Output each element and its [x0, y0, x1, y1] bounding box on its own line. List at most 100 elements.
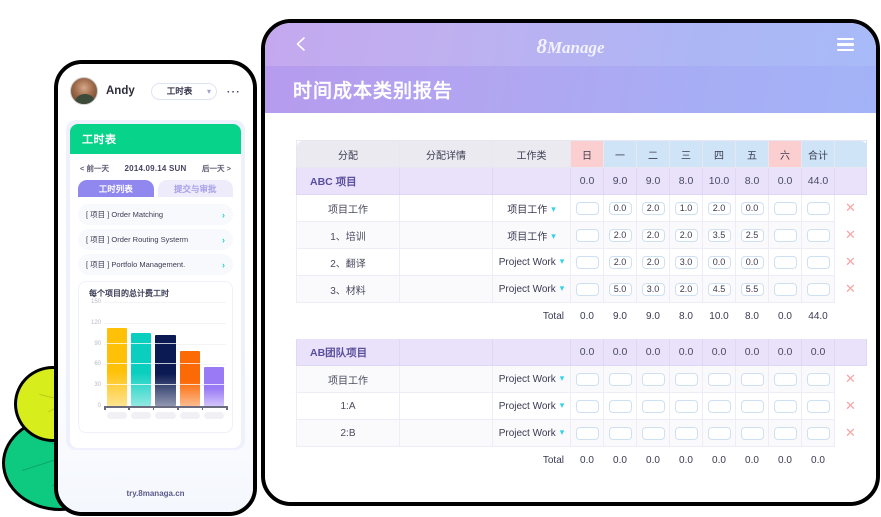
row-delete-button[interactable]: ✕	[834, 275, 867, 303]
row-friday-input[interactable]: 5.5	[740, 282, 764, 296]
row-saturday-input[interactable]	[773, 201, 797, 215]
row-tuesday-input[interactable]	[641, 399, 665, 413]
row-monday-input-cell[interactable]	[603, 419, 637, 447]
row-monday-input[interactable]: 2.0	[608, 255, 632, 269]
row-saturday-input-cell[interactable]	[768, 221, 802, 249]
row-saturday-input[interactable]	[773, 255, 797, 269]
row-total-input[interactable]	[806, 399, 830, 413]
row-thursday-input-cell[interactable]: 0.0	[702, 248, 736, 276]
row-work-type-select[interactable]: 项目工作 ▾	[492, 221, 571, 249]
row-delete-button[interactable]: ✕	[834, 365, 867, 393]
row-tuesday-input-cell[interactable]: 2.0	[636, 194, 670, 222]
row-friday-input[interactable]: 0.0	[740, 255, 764, 269]
row-tuesday-input[interactable]	[641, 426, 665, 440]
row-thursday-input-cell[interactable]	[702, 365, 736, 393]
col-header-sunday[interactable]: 日	[570, 140, 604, 168]
row-thursday-input-cell[interactable]	[702, 419, 736, 447]
row-delete-button[interactable]: ✕	[834, 419, 867, 447]
row-monday-input[interactable]: 5.0	[608, 282, 632, 296]
row-wednesday-input-cell[interactable]: 1.0	[669, 194, 703, 222]
row-friday-input-cell[interactable]: 0.0	[735, 194, 769, 222]
row-allocation-detail[interactable]	[399, 365, 493, 393]
next-day-button[interactable]: 后一天 >	[202, 163, 231, 174]
row-work-type-select[interactable]: Project Work ▾	[492, 392, 571, 420]
row-saturday-input-cell[interactable]	[768, 275, 802, 303]
row-friday-input-cell[interactable]: 0.0	[735, 248, 769, 276]
row-allocation-detail[interactable]	[399, 221, 493, 249]
row-sunday-input-cell[interactable]	[570, 221, 604, 249]
row-saturday-input-cell[interactable]	[768, 248, 802, 276]
row-tuesday-input[interactable]: 2.0	[641, 255, 665, 269]
row-total-input-cell[interactable]	[801, 221, 835, 249]
row-total-input-cell[interactable]	[801, 365, 835, 393]
row-friday-input[interactable]	[740, 372, 764, 386]
row-friday-input-cell[interactable]	[735, 392, 769, 420]
row-allocation-detail[interactable]	[399, 392, 493, 420]
row-work-type-select[interactable]: Project Work ▾	[492, 365, 571, 393]
row-thursday-input[interactable]: 3.5	[707, 228, 731, 242]
list-item[interactable]: [ 项目 ] Order Routing Systerm ›	[78, 229, 233, 250]
row-friday-input-cell[interactable]: 5.5	[735, 275, 769, 303]
row-monday-input-cell[interactable]	[603, 392, 637, 420]
row-tuesday-input[interactable]: 3.0	[641, 282, 665, 296]
user-avatar[interactable]	[70, 77, 98, 105]
row-monday-input-cell[interactable]: 0.0	[603, 194, 637, 222]
row-allocation-detail[interactable]	[399, 275, 493, 303]
row-saturday-input[interactable]	[773, 228, 797, 242]
row-total-input[interactable]	[806, 372, 830, 386]
prev-day-button[interactable]: < 前一天	[80, 163, 109, 174]
row-sunday-input[interactable]	[575, 228, 599, 242]
col-header-monday[interactable]: 一	[603, 140, 637, 168]
row-friday-input[interactable]: 0.0	[740, 201, 764, 215]
row-saturday-input-cell[interactable]	[768, 365, 802, 393]
col-header-wednesday[interactable]: 三	[669, 140, 703, 168]
row-friday-input-cell[interactable]	[735, 419, 769, 447]
row-tuesday-input-cell[interactable]: 2.0	[636, 248, 670, 276]
row-monday-input-cell[interactable]: 5.0	[603, 275, 637, 303]
row-tuesday-input-cell[interactable]: 3.0	[636, 275, 670, 303]
row-total-input[interactable]	[806, 228, 830, 242]
row-monday-input[interactable]	[608, 426, 632, 440]
col-header-total[interactable]: 合计	[801, 140, 835, 168]
row-monday-input-cell[interactable]: 2.0	[603, 248, 637, 276]
row-wednesday-input[interactable]: 3.0	[674, 255, 698, 269]
row-saturday-input-cell[interactable]	[768, 392, 802, 420]
row-wednesday-input[interactable]: 2.0	[674, 282, 698, 296]
row-friday-input[interactable]	[740, 399, 764, 413]
row-wednesday-input-cell[interactable]: 2.0	[669, 275, 703, 303]
row-sunday-input[interactable]	[575, 201, 599, 215]
row-total-input-cell[interactable]	[801, 194, 835, 222]
row-wednesday-input[interactable]	[674, 399, 698, 413]
row-tuesday-input-cell[interactable]	[636, 419, 670, 447]
row-sunday-input[interactable]	[575, 372, 599, 386]
row-sunday-input-cell[interactable]	[570, 392, 604, 420]
row-total-input-cell[interactable]	[801, 275, 835, 303]
row-sunday-input[interactable]	[575, 282, 599, 296]
row-work-type-select[interactable]: 项目工作 ▾	[492, 194, 571, 222]
row-total-input[interactable]	[806, 282, 830, 296]
row-allocation-detail[interactable]	[399, 194, 493, 222]
col-header-thursday[interactable]: 四	[702, 140, 736, 168]
row-thursday-input-cell[interactable]: 3.5	[702, 221, 736, 249]
row-sunday-input[interactable]	[575, 399, 599, 413]
tab-timesheet-list[interactable]: 工时列表	[78, 180, 154, 197]
row-thursday-input[interactable]	[707, 372, 731, 386]
row-saturday-input[interactable]	[773, 426, 797, 440]
row-friday-input-cell[interactable]	[735, 365, 769, 393]
row-sunday-input-cell[interactable]	[570, 275, 604, 303]
row-saturday-input[interactable]	[773, 282, 797, 296]
row-thursday-input[interactable]: 2.0	[707, 201, 731, 215]
row-tuesday-input[interactable]: 2.0	[641, 201, 665, 215]
row-saturday-input[interactable]	[773, 372, 797, 386]
row-monday-input[interactable]: 0.0	[608, 201, 632, 215]
row-tuesday-input[interactable]	[641, 372, 665, 386]
row-tuesday-input-cell[interactable]: 2.0	[636, 221, 670, 249]
row-monday-input-cell[interactable]: 2.0	[603, 221, 637, 249]
row-total-input[interactable]	[806, 426, 830, 440]
row-saturday-input[interactable]	[773, 399, 797, 413]
row-wednesday-input-cell[interactable]	[669, 419, 703, 447]
row-total-input[interactable]	[806, 201, 830, 215]
row-sunday-input[interactable]	[575, 426, 599, 440]
row-wednesday-input[interactable]	[674, 372, 698, 386]
row-monday-input[interactable]	[608, 399, 632, 413]
